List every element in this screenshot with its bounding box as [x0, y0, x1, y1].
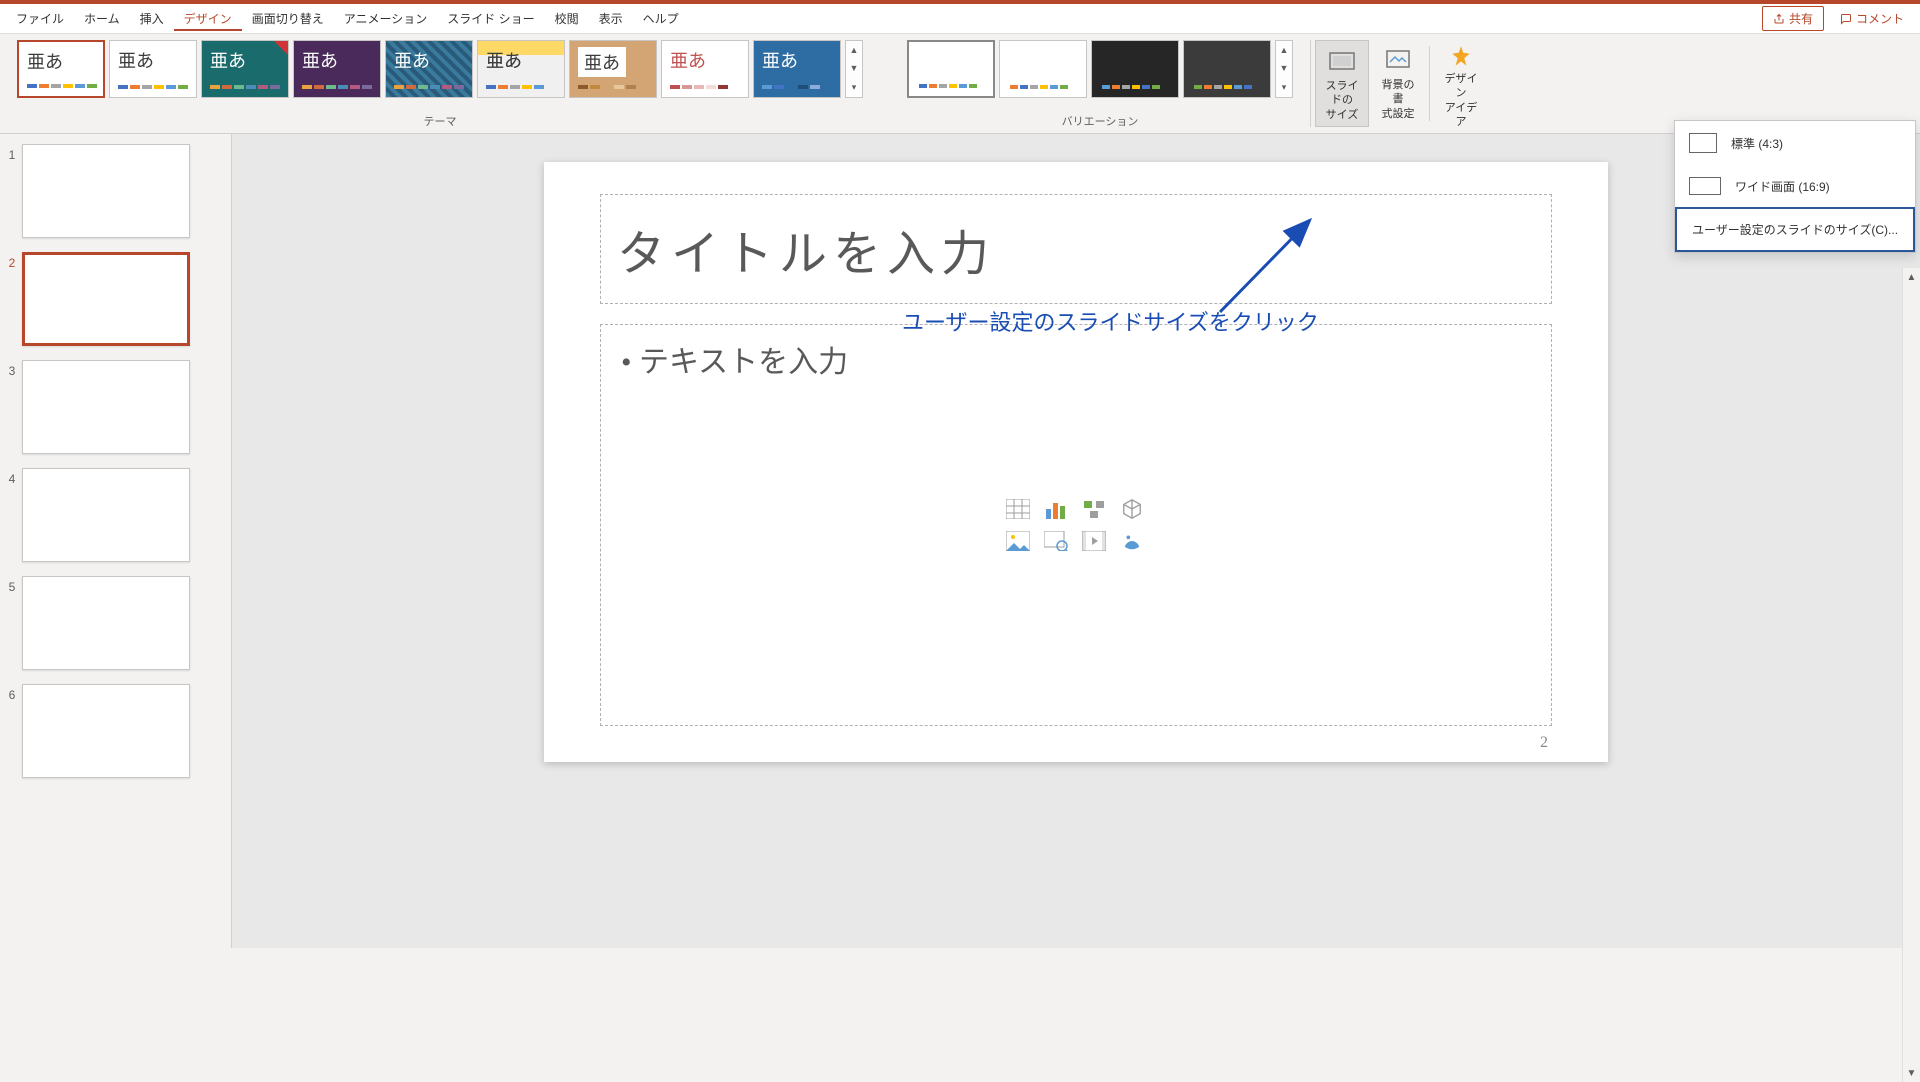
- wide-label: ワイド画面 (16:9): [1735, 178, 1830, 195]
- comment-label: コメント: [1856, 10, 1904, 27]
- theme-thumb-3[interactable]: 亜あ: [293, 40, 381, 98]
- slide-number-3: 3: [2, 360, 22, 378]
- slide-thumb-6[interactable]: [22, 684, 190, 778]
- slide-size-dropdown: 標準 (4:3) ワイド画面 (16:9) ユーザー設定のスライドのサイズ(C)…: [1674, 120, 1916, 253]
- comment-icon: [1840, 13, 1852, 25]
- theme-thumb-0[interactable]: 亜あ: [17, 40, 105, 98]
- custom-label: ユーザー設定のスライドのサイズ(C)...: [1692, 221, 1898, 238]
- slide-thumb-row-1: 1: [2, 144, 225, 238]
- share-button[interactable]: 共有: [1762, 6, 1824, 31]
- background-format-icon: [1382, 44, 1414, 76]
- slide-thumb-row-6: 6: [2, 684, 225, 778]
- variation-thumb-0[interactable]: [907, 40, 995, 98]
- insert-online-picture-icon[interactable]: [1042, 529, 1070, 553]
- slide-size-custom[interactable]: ユーザー設定のスライドのサイズ(C)...: [1675, 207, 1915, 252]
- theme-thumb-6[interactable]: 亜あ: [569, 40, 657, 98]
- slide-number-1: 1: [2, 144, 22, 162]
- menu-view[interactable]: 表示: [589, 6, 633, 31]
- theme-thumb-2[interactable]: 亜あ: [201, 40, 289, 98]
- slide-thumb-row-3: 3: [2, 360, 225, 454]
- insert-3d-icon[interactable]: [1118, 497, 1146, 521]
- slide-number-4: 4: [2, 468, 22, 486]
- insert-chart-icon[interactable]: [1042, 497, 1070, 521]
- menu-animations[interactable]: アニメーション: [334, 6, 438, 31]
- slide-thumb-1[interactable]: [22, 144, 190, 238]
- menu-file[interactable]: ファイル: [6, 6, 74, 31]
- insert-smartart-icon[interactable]: [1080, 497, 1108, 521]
- slide-thumb-4[interactable]: [22, 468, 190, 562]
- share-icon: [1773, 13, 1785, 25]
- annotation-arrow: [1210, 202, 1330, 322]
- variations-label: バリエーション: [1062, 113, 1139, 131]
- menu-help[interactable]: ヘルプ: [633, 6, 689, 31]
- slide-panel[interactable]: 1 2 3 4 5 6: [0, 134, 232, 948]
- slide-size-standard[interactable]: 標準 (4:3): [1675, 121, 1915, 165]
- scroll-up-icon[interactable]: ▲: [1903, 268, 1920, 286]
- body-placeholder[interactable]: • テキストを入力: [600, 324, 1552, 726]
- content-area: 1 2 3 4 5 6 タイトルを入力 • テキストを入力 2: [0, 134, 1920, 948]
- insert-picture-icon[interactable]: [1004, 529, 1032, 553]
- menu-design[interactable]: デザイン: [174, 6, 242, 31]
- theme-thumb-1[interactable]: 亜あ: [109, 40, 197, 98]
- standard-label: 標準 (4:3): [1731, 135, 1783, 152]
- ribbon-group-themes: 亜あ亜あ亜あ亜あ亜あ亜あ亜あ亜あ亜あ亜あ▲▼▾ テーマ: [0, 34, 880, 133]
- ribbon-group-variations: ▲▼▾ バリエーション: [890, 34, 1310, 133]
- scroll-down-icon[interactable]: ▼: [1903, 1064, 1920, 1082]
- share-label: 共有: [1789, 10, 1813, 27]
- slide-page-number: 2: [1540, 734, 1548, 752]
- slide-thumb-row-2: 2: [2, 252, 225, 346]
- menu-slideshow[interactable]: スライド ショー: [437, 6, 544, 31]
- menu-review[interactable]: 校閲: [545, 6, 589, 31]
- slide-thumb-row-5: 5: [2, 576, 225, 670]
- design-ideas-label: デザイン アイデア: [1440, 72, 1482, 129]
- design-ideas-icon: [1445, 44, 1477, 70]
- variation-thumb-2[interactable]: [1091, 40, 1179, 98]
- insert-video-icon[interactable]: [1080, 529, 1108, 553]
- background-format-label: 背景の書 式設定: [1377, 78, 1419, 121]
- title-placeholder-text: タイトルを入力: [617, 214, 995, 284]
- content-placeholder-icons: [1004, 497, 1148, 553]
- theme-thumb-7[interactable]: 亜あ: [661, 40, 749, 98]
- slide-thumb-2[interactable]: [22, 252, 190, 346]
- slide-size-button[interactable]: スライドの サイズ: [1315, 40, 1369, 127]
- slide-thumb-5[interactable]: [22, 576, 190, 670]
- variation-gallery: ▲▼▾: [907, 40, 1293, 98]
- insert-table-icon[interactable]: [1004, 497, 1032, 521]
- theme-thumb-8[interactable]: 亜あ: [753, 40, 841, 98]
- slide-canvas[interactable]: タイトルを入力 • テキストを入力 2: [544, 162, 1608, 762]
- slide-size-wide[interactable]: ワイド画面 (16:9): [1675, 165, 1915, 207]
- menu-bar: ファイル ホーム 挿入 デザイン 画面切り替え アニメーション スライド ショー…: [0, 4, 1920, 34]
- themes-label: テーマ: [424, 113, 457, 131]
- menu-transitions[interactable]: 画面切り替え: [242, 6, 334, 31]
- wide-ratio-icon: [1689, 177, 1721, 195]
- slide-number-6: 6: [2, 684, 22, 702]
- background-format-button[interactable]: 背景の書 式設定: [1371, 40, 1425, 127]
- theme-thumb-4[interactable]: 亜あ: [385, 40, 473, 98]
- title-placeholder[interactable]: タイトルを入力: [600, 194, 1552, 304]
- slide-thumb-row-4: 4: [2, 468, 225, 562]
- slide-number-2: 2: [2, 252, 22, 270]
- slide-size-icon: [1326, 45, 1358, 77]
- slide-thumb-3[interactable]: [22, 360, 190, 454]
- vertical-scrollbar[interactable]: ▲ ▼: [1902, 268, 1920, 1082]
- menu-home[interactable]: ホーム: [74, 6, 130, 31]
- variation-gallery-more[interactable]: ▲▼▾: [1275, 40, 1293, 98]
- variation-thumb-1[interactable]: [999, 40, 1087, 98]
- slide-number-5: 5: [2, 576, 22, 594]
- insert-icon-icon[interactable]: [1118, 529, 1146, 553]
- theme-thumb-5[interactable]: 亜あ亜あ: [477, 40, 565, 98]
- theme-gallery-more[interactable]: ▲▼▾: [845, 40, 863, 98]
- menu-insert[interactable]: 挿入: [130, 6, 174, 31]
- standard-ratio-icon: [1689, 133, 1717, 153]
- slide-size-label: スライドの サイズ: [1322, 79, 1362, 122]
- body-placeholder-text: • テキストを入力: [621, 337, 1531, 381]
- ribbon: 亜あ亜あ亜あ亜あ亜あ亜あ亜あ亜あ亜あ亜あ▲▼▾ テーマ ▲▼▾ バリエーション …: [0, 34, 1920, 134]
- design-ideas-button[interactable]: デザイン アイデア: [1434, 40, 1488, 127]
- comment-button[interactable]: コメント: [1830, 7, 1914, 30]
- ribbon-group-customize: スライドの サイズ 背景の書 式設定 デザイン アイデア: [1311, 34, 1492, 133]
- variation-thumb-3[interactable]: [1183, 40, 1271, 98]
- theme-gallery: 亜あ亜あ亜あ亜あ亜あ亜あ亜あ亜あ亜あ亜あ▲▼▾: [17, 40, 863, 98]
- editor-area[interactable]: タイトルを入力 • テキストを入力 2: [232, 134, 1920, 948]
